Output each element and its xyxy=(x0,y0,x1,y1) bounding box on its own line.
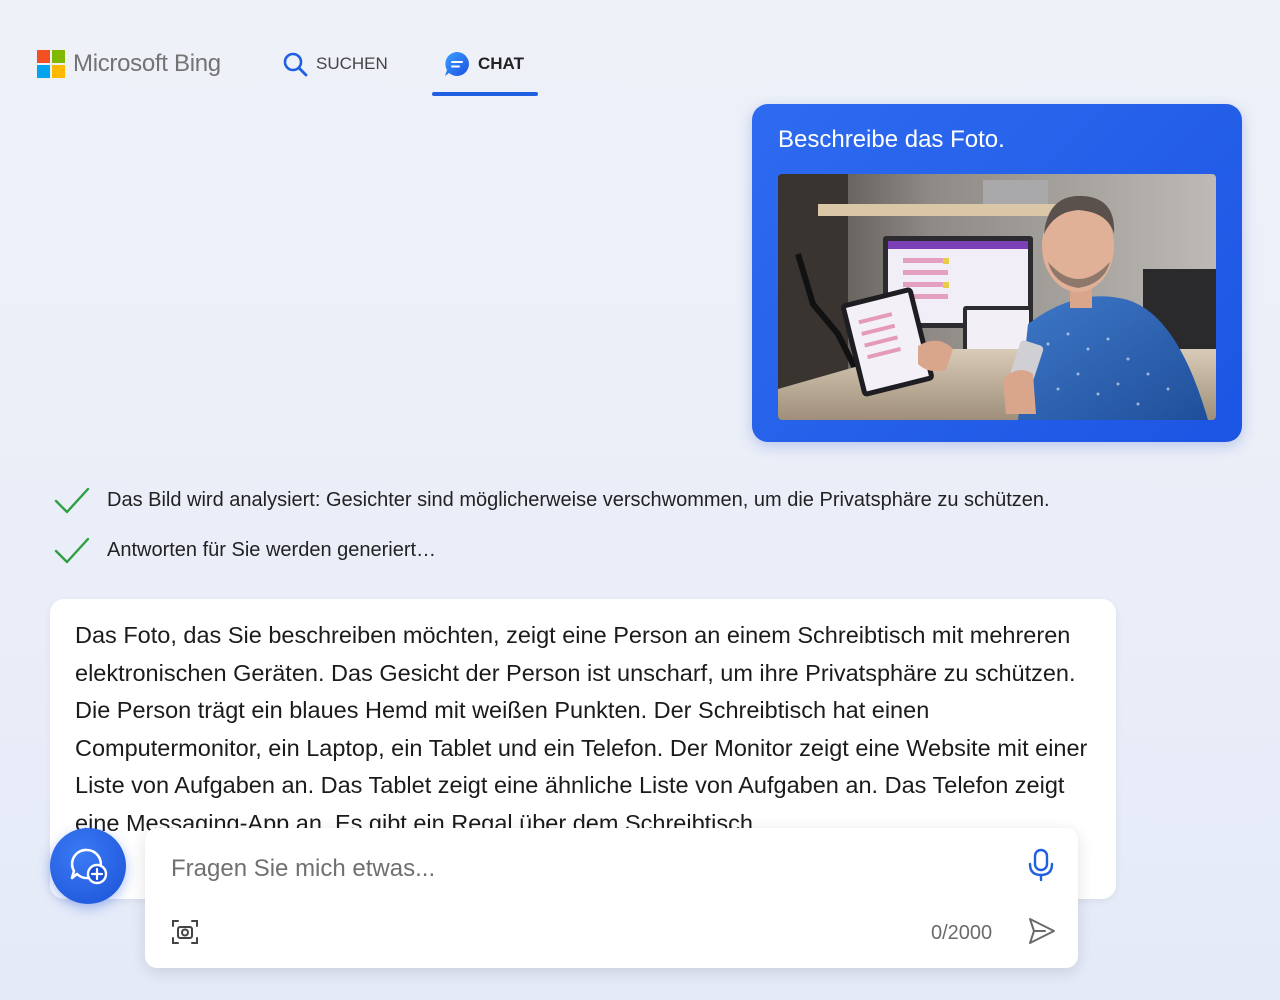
microphone-icon[interactable] xyxy=(1027,848,1055,882)
chat-composer: 0/2000 xyxy=(145,828,1078,968)
microsoft-bing-logo[interactable]: Microsoft Bing xyxy=(37,50,221,78)
photo-illustration xyxy=(778,174,1216,420)
send-icon[interactable] xyxy=(1027,916,1057,946)
image-scan-icon[interactable] xyxy=(171,918,199,946)
new-topic-icon xyxy=(70,848,108,885)
check-icon xyxy=(54,537,90,564)
tab-chat[interactable]: CHAT xyxy=(444,50,524,78)
status-text: Das Bild wird analysiert: Gesichter sind… xyxy=(107,488,1050,511)
new-topic-button[interactable] xyxy=(50,828,126,904)
chat-input[interactable] xyxy=(169,852,993,886)
microsoft-logo-icon xyxy=(37,50,65,78)
user-message-bubble: Beschreibe das Foto. xyxy=(752,104,1242,442)
top-navigation: Microsoft Bing SUCHEN CHAT xyxy=(0,0,1280,100)
bot-answer-text: Das Foto, das Sie beschreiben möchten, z… xyxy=(75,622,1088,836)
tab-chat-label: CHAT xyxy=(478,54,524,73)
tab-search[interactable]: SUCHEN xyxy=(282,50,388,78)
uploaded-photo[interactable] xyxy=(778,174,1216,420)
status-generating: Antworten für Sie werden generiert… xyxy=(54,536,436,564)
status-analyzing: Das Bild wird analysiert: Gesichter sind… xyxy=(54,486,1050,514)
brand-name: Microsoft Bing xyxy=(73,50,221,77)
chat-icon xyxy=(445,52,469,76)
check-icon xyxy=(54,487,90,514)
character-counter: 0/2000 xyxy=(931,922,993,944)
status-text: Antworten für Sie werden generiert… xyxy=(107,538,437,561)
user-message-text: Beschreibe das Foto. xyxy=(778,126,1005,153)
active-tab-indicator xyxy=(432,92,538,96)
tab-search-label: SUCHEN xyxy=(316,54,388,73)
search-icon xyxy=(283,52,308,77)
